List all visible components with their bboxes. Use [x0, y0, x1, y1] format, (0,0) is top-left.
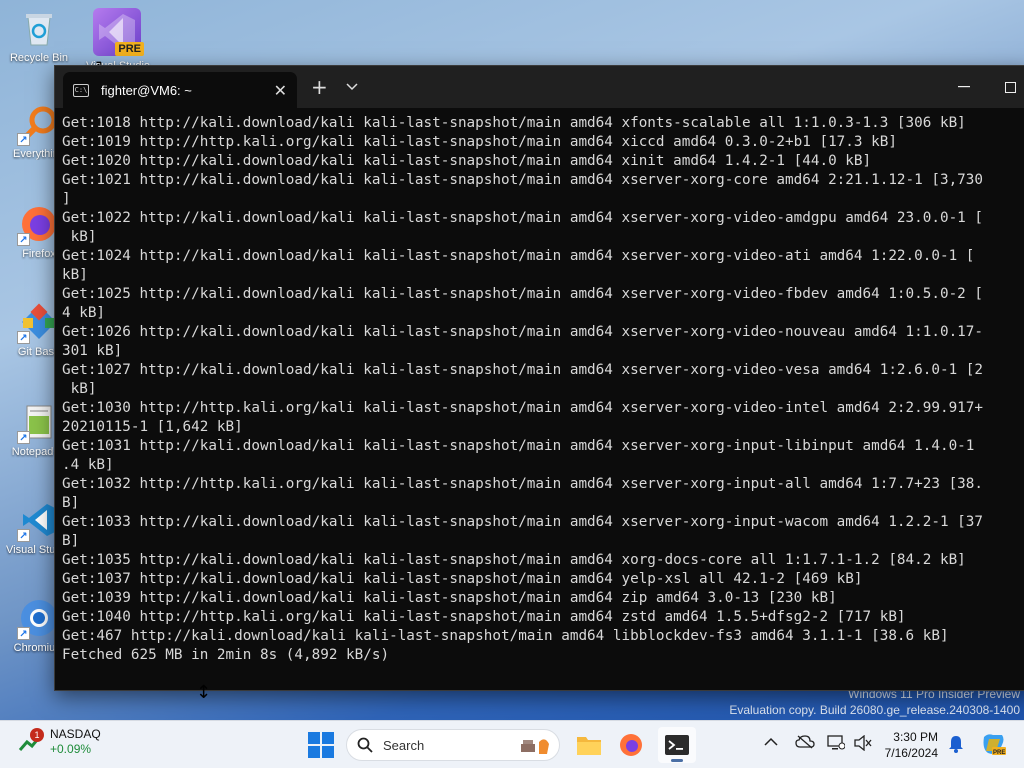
terminal-line: Get:1027 http://kali.download/kali kali-… — [62, 362, 983, 378]
terminal-icon: C:\ — [73, 83, 89, 97]
git-bash-icon: ↗ — [17, 302, 59, 344]
clock[interactable]: 3:30 PM 7/16/2024 — [882, 729, 938, 761]
widgets-button[interactable]: 1 NASDAQ +0.09% — [18, 727, 101, 757]
notepad-icon: ↗ — [17, 402, 59, 444]
file-explorer-button[interactable] — [570, 727, 608, 763]
show-hidden-icons-button[interactable] — [764, 735, 778, 751]
terminal-line: kB] — [62, 381, 97, 397]
search-highlight-icon — [521, 739, 549, 754]
clock-time: 3:30 PM — [893, 730, 938, 744]
shortcut-arrow-icon: ↗ — [17, 233, 30, 246]
chevron-up-icon — [764, 737, 778, 746]
terminal-output[interactable]: Get:1018 http://kali.download/kali kali-… — [55, 108, 1024, 692]
folder-icon — [577, 737, 601, 755]
resize-cursor-icon: ↕ — [196, 682, 212, 703]
maximize-button[interactable] — [987, 66, 1024, 108]
shortcut-arrow-icon: ↗ — [17, 529, 30, 542]
terminal-taskbar-button[interactable] — [658, 727, 696, 763]
shortcut-arrow-icon: ↗ — [17, 627, 30, 640]
shortcut-arrow-icon: ↗ — [17, 331, 30, 344]
terminal-line: Get:1032 http://http.kali.org/kali kali-… — [62, 476, 983, 492]
search-icon — [357, 737, 373, 753]
terminal-line: Get:1026 http://kali.download/kali kali-… — [62, 324, 983, 340]
firefox-icon: ↗ — [17, 204, 59, 246]
windows-logo-icon — [308, 732, 334, 758]
notification-badge: 1 — [30, 728, 44, 742]
terminal-line: Get:1037 http://kali.download/kali kali-… — [62, 571, 863, 587]
shortcut-arrow-icon: ↗ — [17, 133, 30, 146]
chevron-down-icon — [346, 83, 358, 91]
close-tab-button[interactable]: ✕ — [274, 81, 287, 100]
terminal-line: Get:1025 http://kali.download/kali kali-… — [62, 286, 983, 302]
terminal-line: 301 kB] — [62, 343, 123, 359]
terminal-line: 4 kB] — [62, 305, 106, 321]
stock-chart-icon: 1 — [18, 728, 44, 754]
terminal-line: Get:467 http://kali.download/kali kali-l… — [62, 628, 949, 644]
terminal-line: .4 kB] — [62, 457, 114, 473]
network-button[interactable] — [827, 735, 846, 755]
terminal-icon — [665, 735, 689, 755]
everything-search-icon: ↗ — [17, 104, 59, 146]
network-icon — [827, 735, 846, 750]
terminal-line: Get:1020 http://kali.download/kali kali-… — [62, 153, 872, 169]
copilot-button[interactable]: PRE — [980, 731, 1006, 761]
terminal-titlebar[interactable]: C:\ fighter@VM6: ~ ✕ + — [55, 66, 1024, 108]
minimize-button[interactable] — [941, 66, 987, 108]
desktop-icon-visual-studio-preview[interactable]: ↗ PRE — [90, 8, 144, 75]
terminal-line: Get:1019 http://http.kali.org/kali kali-… — [62, 134, 897, 150]
bell-icon — [949, 736, 963, 753]
shortcut-arrow-icon: ↗ — [17, 431, 30, 444]
terminal-line: Get:1030 http://http.kali.org/kali kali-… — [62, 400, 983, 416]
speaker-muted-icon — [854, 734, 872, 752]
terminal-line: Get:1039 http://kali.download/kali kali-… — [62, 590, 837, 606]
terminal-line: Get:1021 http://kali.download/kali kali-… — [62, 172, 983, 188]
window-controls — [941, 66, 1024, 108]
terminal-line: Get:1018 http://kali.download/kali kali-… — [62, 115, 966, 131]
terminal-line: kB] — [62, 229, 97, 245]
desktop-icon-label: Recycle Bin — [9, 52, 69, 64]
terminal-line: B] — [62, 495, 80, 511]
taskbar-search[interactable]: Search — [346, 729, 560, 761]
taskbar: 1 NASDAQ +0.09% Search 3:30 PM 7/16/2024… — [0, 720, 1024, 768]
vscode-icon: ↗ — [17, 500, 59, 542]
recycle-bin-icon — [19, 8, 59, 48]
terminal-line: Get:1035 http://kali.download/kali kali-… — [62, 552, 966, 568]
chromium-icon: ↗ — [17, 598, 59, 640]
notifications-button[interactable] — [948, 735, 964, 757]
widget-title: NASDAQ — [50, 727, 101, 741]
start-button[interactable] — [308, 732, 334, 758]
terminal-line: Get:1040 http://http.kali.org/kali kali-… — [62, 609, 906, 625]
onedrive-button[interactable] — [795, 735, 815, 753]
terminal-line: Fetched 625 MB in 2min 8s (4,892 kB/s) — [62, 647, 390, 663]
tab-dropdown-button[interactable] — [346, 80, 358, 94]
terminal-line: kB] — [62, 267, 88, 283]
volume-button[interactable] — [854, 734, 872, 755]
minimize-icon — [958, 86, 970, 88]
terminal-tab[interactable]: C:\ fighter@VM6: ~ ✕ — [63, 72, 297, 108]
terminal-line: B] — [62, 533, 80, 549]
firefox-icon — [620, 734, 642, 756]
terminal-line: Get:1031 http://kali.download/kali kali-… — [62, 438, 975, 454]
svg-text:PRE: PRE — [993, 750, 1005, 756]
search-placeholder: Search — [383, 737, 425, 753]
terminal-line: Get:1033 http://kali.download/kali kali-… — [62, 514, 983, 530]
new-tab-button[interactable]: + — [311, 75, 328, 99]
maximize-icon — [1004, 81, 1016, 93]
cloud-offline-icon — [795, 735, 815, 749]
clock-date: 7/16/2024 — [884, 746, 938, 760]
tab-title: fighter@VM6: ~ — [101, 82, 192, 98]
terminal-line: Get:1022 http://kali.download/kali kali-… — [62, 210, 983, 226]
terminal-window[interactable]: C:\ fighter@VM6: ~ ✕ + Get:1018 http://k… — [54, 65, 1024, 691]
watermark-line: Evaluation copy. Build 26080.ge_release.… — [729, 703, 1020, 717]
terminal-line: ] — [62, 191, 71, 207]
firefox-taskbar-button[interactable] — [612, 727, 650, 763]
widget-change: +0.09% — [50, 742, 92, 756]
active-indicator — [671, 759, 683, 762]
terminal-line: 20210115-1 [1,642 kB] — [62, 419, 243, 435]
terminal-line: Get:1024 http://kali.download/kali kali-… — [62, 248, 975, 264]
copilot-icon: PRE — [983, 734, 1006, 756]
preview-badge: PRE — [115, 42, 144, 56]
desktop-icon-recycle-bin[interactable]: Recycle Bin — [6, 8, 72, 64]
